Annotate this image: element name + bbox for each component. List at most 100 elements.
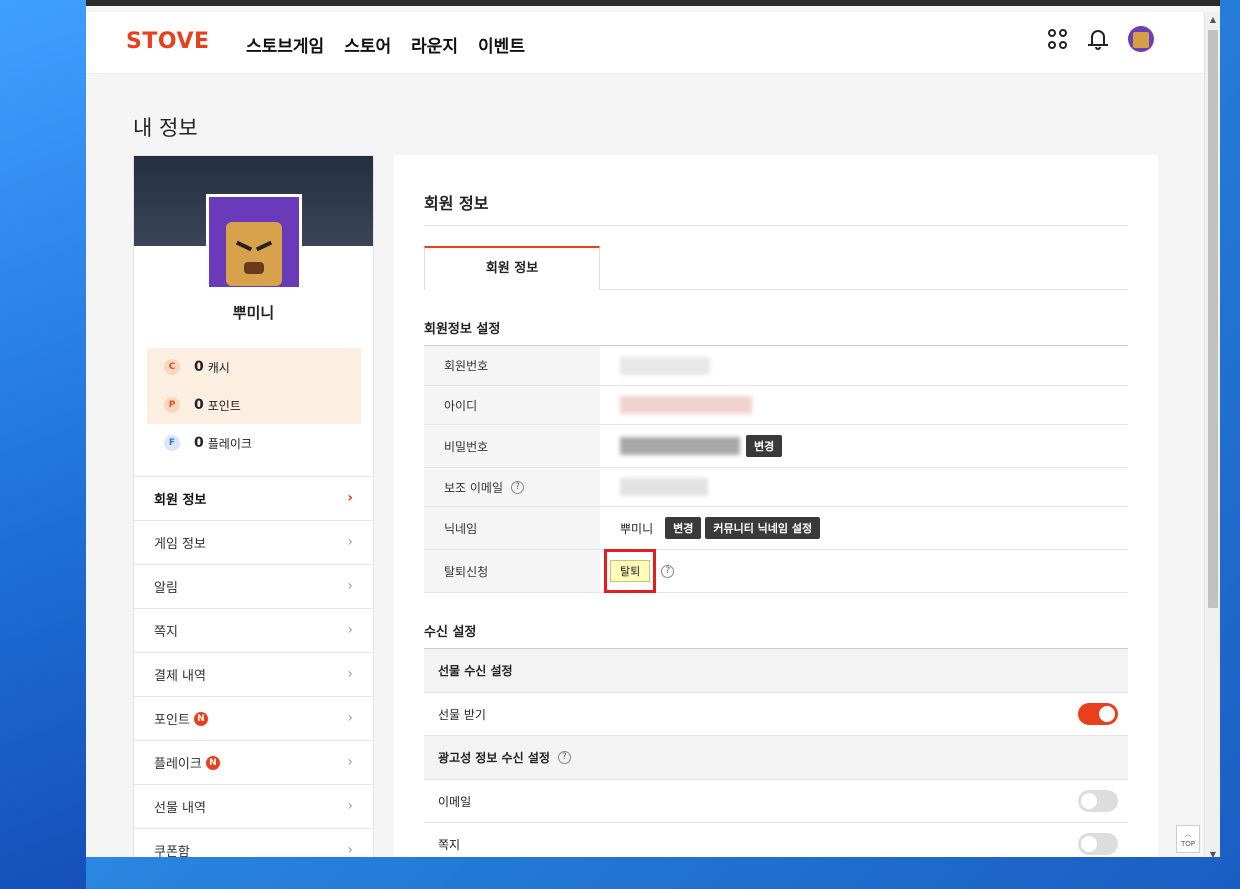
message-receive-toggle[interactable] <box>1078 833 1118 855</box>
scroll-down-icon[interactable]: ▼ <box>1205 847 1220 857</box>
change-password-button[interactable]: 변경 <box>746 435 783 457</box>
label-id: 아이디 <box>424 386 600 424</box>
sidebar-item-message[interactable]: 쪽지 › <box>134 608 373 652</box>
label-nickname: 닉네임 <box>424 507 600 549</box>
nav-event[interactable]: 이벤트 <box>478 32 525 57</box>
email-receive-row: 이메일 <box>424 780 1128 823</box>
chevron-right-icon: › <box>347 754 353 770</box>
row-nickname: 닉네임 뿌미니 변경 커뮤니티 닉네임 설정 <box>424 507 1128 550</box>
bell-icon[interactable] <box>1088 28 1108 50</box>
sidebar-item-label: 결제 내역 <box>154 669 206 684</box>
nav-lounge[interactable]: 라운지 <box>411 32 458 57</box>
chevron-right-icon: › <box>347 578 353 594</box>
row-id: 아이디 <box>424 386 1128 425</box>
scroll-top-button[interactable]: ︿ TOP <box>1176 825 1200 853</box>
highlight-box: 탈퇴 <box>604 549 657 593</box>
profile-image[interactable] <box>206 194 302 290</box>
change-nickname-button[interactable]: 변경 <box>665 517 702 539</box>
sidebar: 뿌미니 C 0 캐시 P 0 포인트 F 0 플레이크 회원 정보 › 게임 정… <box>133 155 374 857</box>
scroll-thumb[interactable] <box>1208 30 1218 608</box>
label-member-number: 회원번호 <box>424 346 600 385</box>
row-member-number: 회원번호 <box>424 346 1128 386</box>
receive-settings-table: 선물 수신 설정 선물 받기 광고성 정보 수신 설정 ? 이메일 쪽지 <box>424 648 1128 857</box>
sidebar-item-member-info[interactable]: 회원 정보 › <box>134 476 373 520</box>
character-illustration <box>226 222 282 286</box>
main-nav: 스토브게임 스토어 라운지 이벤트 <box>246 32 525 57</box>
flake-amount: 0 <box>194 435 204 451</box>
label-password: 비밀번호 <box>424 425 600 467</box>
point-amount: 0 <box>194 397 204 413</box>
desktop-background <box>0 0 86 889</box>
nav-store[interactable]: 스토어 <box>344 32 391 57</box>
divider <box>600 289 1128 290</box>
withdraw-button[interactable]: 탈퇴 <box>610 560 651 582</box>
cash-icon: C <box>164 359 180 375</box>
sidebar-item-label: 플레이크 <box>154 757 202 772</box>
nav-stove-game[interactable]: 스토브게임 <box>246 32 324 57</box>
apps-icon[interactable] <box>1048 29 1068 49</box>
backup-email-label: 보조 이메일 <box>444 480 504 495</box>
row-password: 비밀번호 변경 <box>424 425 1128 468</box>
receive-settings-title: 수신 설정 <box>424 625 477 640</box>
wallet-flake[interactable]: F 0 플레이크 <box>147 424 361 462</box>
sidebar-item-payment[interactable]: 결제 내역 › <box>134 652 373 696</box>
scroll-up-icon[interactable]: ▲ <box>1205 12 1220 28</box>
chevron-right-icon: › <box>347 842 353 857</box>
flake-label: 플레이크 <box>207 436 252 451</box>
nickname-value: 뿌미니 <box>620 521 654 536</box>
ad-settings-label: 광고성 정보 수신 설정 <box>438 751 550 765</box>
sidebar-item-label: 쪽지 <box>154 625 178 640</box>
sidebar-item-label: 회원 정보 <box>154 493 207 508</box>
value-backup-email <box>600 468 1128 506</box>
point-label: 포인트 <box>207 398 241 413</box>
community-nickname-button[interactable]: 커뮤니티 닉네임 설정 <box>705 517 821 539</box>
chevron-right-icon: › <box>347 622 353 638</box>
wallet-point[interactable]: P 0 포인트 <box>147 386 361 424</box>
email-receive-toggle[interactable] <box>1078 790 1118 812</box>
sidebar-item-coupon[interactable]: 쿠폰함 › <box>134 828 373 857</box>
chevron-right-icon: › <box>347 666 353 682</box>
avatar[interactable] <box>1128 26 1154 52</box>
value-withdraw: 탈퇴 ? <box>600 549 1128 593</box>
member-info-table: 회원번호 아이디 비밀번호 변경 보조 이메일 ? 닉네임 뿌미니 변경 커뮤니… <box>424 345 1128 593</box>
wallet-cash[interactable]: C 0 캐시 <box>147 348 361 386</box>
site-header: STOVE 스토브게임 스토어 라운지 이벤트 <box>86 12 1204 74</box>
sidebar-item-label: 선물 내역 <box>154 801 206 816</box>
sidebar-item-point[interactable]: 포인트 N › <box>134 696 373 740</box>
chevron-right-icon: › <box>347 534 353 550</box>
chevron-up-icon: ︿ <box>1184 830 1192 838</box>
help-icon[interactable]: ? <box>511 480 525 494</box>
top-label: TOP <box>1180 840 1195 848</box>
sidebar-item-label: 포인트 <box>154 713 190 728</box>
redacted-value <box>620 356 710 375</box>
sidebar-item-gift-history[interactable]: 선물 내역 › <box>134 784 373 828</box>
stove-logo[interactable]: STOVE <box>126 29 210 54</box>
sidebar-item-label: 쿠폰함 <box>154 845 190 857</box>
sidebar-item-label: 게임 정보 <box>154 537 206 552</box>
help-icon[interactable]: ? <box>557 751 571 764</box>
sidebar-item-flake[interactable]: 플레이크 N › <box>134 740 373 784</box>
gift-receive-label: 선물 받기 <box>438 707 486 722</box>
value-id <box>600 386 1128 424</box>
scrollbar[interactable]: ▲ ▼ <box>1204 12 1220 857</box>
member-settings-title: 회원정보 설정 <box>424 322 501 337</box>
flake-icon: F <box>164 435 180 451</box>
cash-label: 캐시 <box>207 360 230 375</box>
new-badge: N <box>205 755 220 770</box>
value-member-number <box>600 346 1128 385</box>
section-heading: 회원 정보 <box>424 194 489 213</box>
browser-window: STOVE 스토브게임 스토어 라운지 이벤트 내 정보 뿌미니 C 0 캐시 <box>86 0 1220 857</box>
chevron-right-icon: › <box>347 490 353 506</box>
page-title: 내 정보 <box>133 116 198 140</box>
header-icons <box>1048 26 1154 52</box>
redacted-value <box>620 437 740 455</box>
chevron-right-icon: › <box>347 710 353 726</box>
gift-receive-toggle[interactable] <box>1078 703 1118 725</box>
wallet: C 0 캐시 P 0 포인트 F 0 플레이크 <box>147 348 361 462</box>
message-receive-row: 쪽지 <box>424 823 1128 857</box>
sidebar-item-notification[interactable]: 알림 › <box>134 564 373 608</box>
sidebar-item-game-info[interactable]: 게임 정보 › <box>134 520 373 564</box>
help-icon[interactable]: ? <box>661 564 675 578</box>
profile-nickname: 뿌미니 <box>232 304 275 322</box>
tab-member-info[interactable]: 회원 정보 <box>424 246 600 290</box>
